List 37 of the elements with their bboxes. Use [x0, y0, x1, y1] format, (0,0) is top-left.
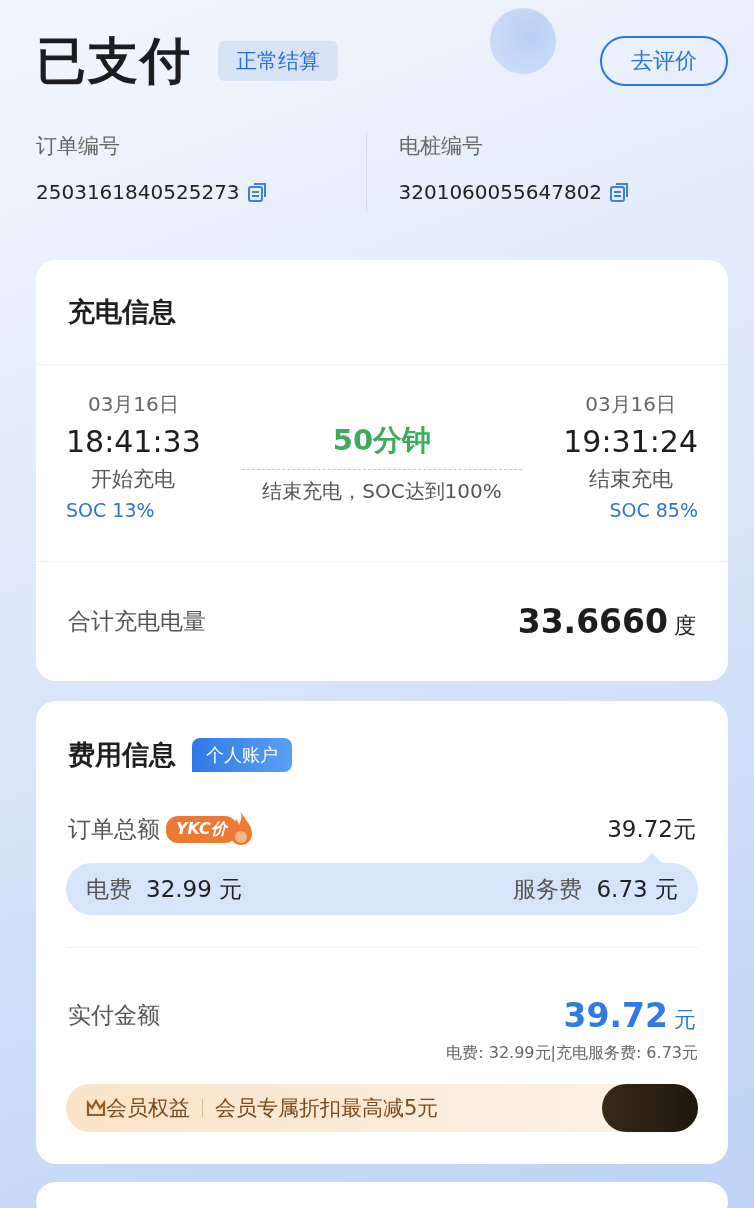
- paid-label: 实付金额: [68, 1001, 160, 1030]
- card-title: 费用信息: [68, 738, 176, 772]
- duration-text: 50分钟: [242, 421, 522, 470]
- fee-label: 电费: [86, 875, 132, 902]
- card-title: 充电信息: [68, 295, 176, 329]
- id-label: 订单编号: [36, 133, 121, 160]
- member-offer-text: 会员专属折扣最高减5元: [215, 1095, 439, 1122]
- order-total-label: 订单总额: [68, 814, 160, 844]
- fee-value: 6.73 元: [596, 875, 678, 902]
- paid-value: 39.72: [563, 996, 668, 1035]
- paid-detail-text: 电费: 32.99元|充电服务费: 6.73元: [445, 1043, 699, 1064]
- unit-text: 元: [674, 1006, 696, 1034]
- id-label: 电桩编号: [398, 133, 484, 160]
- status-badge: 正常结算: [218, 41, 338, 81]
- fee-label: 服务费: [513, 875, 583, 902]
- review-button[interactable]: 去评价: [600, 36, 728, 86]
- end-reason-text: 结束充电，SOC达到100%: [262, 478, 502, 505]
- id-number: 3201060055647802: [398, 180, 603, 204]
- fee-value: 32.99 元: [146, 875, 243, 902]
- soc-text: SOC 13%: [66, 499, 155, 521]
- account-badge: 个人账户: [192, 738, 292, 772]
- member-label: 会员权益: [106, 1095, 190, 1122]
- member-button[interactable]: [602, 1084, 698, 1132]
- time-text: 19:31:24: [563, 424, 698, 459]
- unit-text: 度: [674, 612, 696, 640]
- event-label: 开始充电: [91, 466, 176, 493]
- time-text: 18:41:33: [66, 424, 201, 459]
- page-title: 已支付: [36, 30, 192, 92]
- event-label: 结束充电: [588, 466, 673, 493]
- date-text: 03月16日: [585, 391, 677, 418]
- date-text: 03月16日: [87, 391, 179, 418]
- crown-icon: [86, 1099, 106, 1117]
- total-energy-label: 合计充电电量: [68, 607, 206, 636]
- total-energy-value: 33.6660: [517, 602, 668, 641]
- soc-text: SOC 85%: [609, 499, 698, 521]
- order-total-value: 39.72元: [607, 814, 696, 844]
- id-number: 2503161840525273: [36, 180, 240, 204]
